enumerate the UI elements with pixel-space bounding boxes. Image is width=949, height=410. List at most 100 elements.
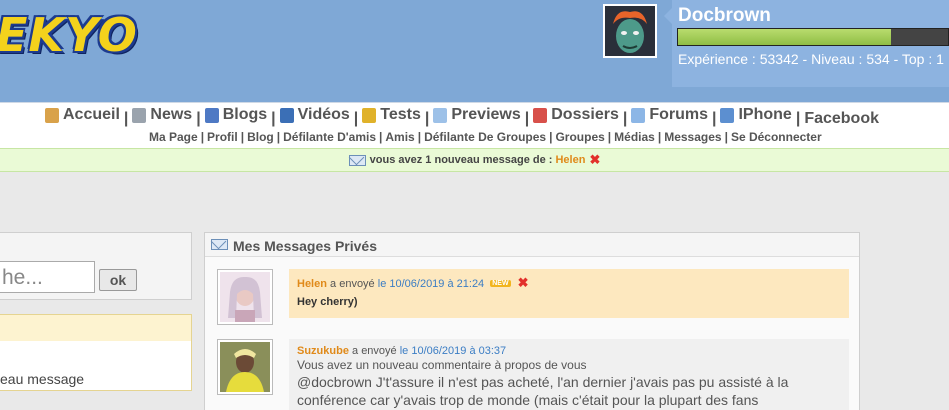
- video-icon: [279, 107, 294, 123]
- envelope-icon: [348, 154, 366, 166]
- subnav-separator: |: [276, 130, 281, 144]
- nav-dossiers[interactable]: Dossiers: [533, 106, 619, 124]
- notif-prefix: vous avez: [369, 154, 423, 166]
- subnav-amis[interactable]: Amis: [385, 130, 414, 144]
- nav-accueil[interactable]: Accueil: [45, 106, 120, 124]
- nav-label: Previews: [451, 106, 521, 123]
- nav-separator: |: [524, 109, 530, 127]
- blog-icon: [204, 107, 219, 123]
- subnav-blog[interactable]: Blog: [247, 130, 274, 144]
- message-meta: Helen a envoyé le 10/06/2019 à 21:24 NEW…: [297, 275, 841, 291]
- delete-icon[interactable]: ✖: [518, 275, 529, 290]
- nav-news[interactable]: News: [132, 106, 192, 124]
- private-messages-panel: Mes Messages Privés Helen a envoyé le 10…: [204, 232, 860, 410]
- nav-label: Blogs: [222, 106, 268, 123]
- nav-label: IPhone: [738, 106, 792, 123]
- subnav-groupes[interactable]: Groupes: [555, 130, 604, 144]
- nav-separator: |: [622, 109, 628, 127]
- message-action: a envoyé: [352, 345, 397, 357]
- close-icon[interactable]: ✖: [589, 152, 600, 168]
- message-bubble: Suzukube a envoyé le 10/06/2019 à 03:37 …: [289, 339, 849, 410]
- messages-header: Mes Messages Privés: [205, 233, 859, 257]
- folder-icon: [533, 107, 548, 123]
- message-meta: Suzukube a envoyé le 10/06/2019 à 03:37: [297, 345, 841, 357]
- nav-label: News: [150, 106, 193, 123]
- nav-label: Forums: [649, 106, 708, 123]
- subnav-profil[interactable]: Profil: [207, 130, 238, 144]
- experience-bar: [677, 28, 949, 46]
- search-input[interactable]: [0, 261, 95, 293]
- nav-separator: |: [353, 109, 359, 127]
- message-subject: Vous avez un nouveau commentaire à propo…: [297, 358, 587, 372]
- notif-user-link[interactable]: Helen: [555, 154, 585, 166]
- medal-icon: [362, 107, 377, 123]
- new-message-notification: vous avez 1 nouveau message de : Helen ✖: [0, 148, 949, 172]
- subnav-defilante-de-groupes[interactable]: Défilante De Groupes: [424, 130, 546, 144]
- subnav-separator: |: [240, 130, 245, 144]
- subnav-se-deconnecter[interactable]: Se Déconnecter: [731, 130, 822, 144]
- nav-blogs[interactable]: Blogs: [204, 106, 268, 124]
- site-logo[interactable]: EKYO: [0, 8, 138, 62]
- messages-title: Mes Messages Privés: [233, 238, 377, 254]
- nav-previews[interactable]: Previews: [433, 106, 521, 124]
- subnav-defilante-d-amis[interactable]: Défilante D'amis: [283, 130, 376, 144]
- message-date[interactable]: le 10/06/2019 à 21:24: [378, 278, 484, 290]
- nav-tests[interactable]: Tests: [362, 106, 421, 124]
- nav-separator: |: [271, 109, 276, 127]
- user-avatar[interactable]: [603, 4, 657, 58]
- username[interactable]: Docbrown: [678, 5, 771, 27]
- sender-avatar[interactable]: [217, 269, 273, 325]
- sender-avatar[interactable]: [217, 339, 273, 395]
- nav-label: Vidéos: [297, 106, 350, 123]
- home-icon: [45, 107, 59, 123]
- subnav-medias[interactable]: Médias: [614, 130, 655, 144]
- envelope-icon: [211, 239, 228, 250]
- side-box-text[interactable]: eau message: [0, 371, 84, 387]
- nav-separator: |: [795, 109, 801, 127]
- sender-avatar-image: [220, 272, 270, 322]
- preview-icon: [433, 107, 448, 123]
- nav-separator: |: [123, 109, 129, 127]
- nav-videos[interactable]: Vidéos: [279, 106, 350, 124]
- subnav-ma-page[interactable]: Ma Page: [149, 130, 198, 144]
- nav-separator: |: [712, 109, 717, 127]
- new-badge: NEW: [490, 280, 511, 287]
- subnav-separator: |: [549, 130, 553, 144]
- phone-icon: [720, 107, 735, 123]
- sub-nav: Ma Page | Profil | Blog | Défilante D'amis | Ami…: [149, 130, 822, 144]
- nav-facebook[interactable]: Facebook: [804, 110, 879, 128]
- user-panel-pointer: [664, 8, 672, 24]
- nav-label: Accueil: [63, 106, 120, 123]
- sender-avatar-image: [220, 342, 270, 392]
- message-side-box: eau message: [0, 314, 192, 391]
- nav-iphone[interactable]: IPhone: [720, 106, 792, 124]
- avatar-image: [605, 6, 655, 56]
- message-date[interactable]: le 10/06/2019 à 03:37: [400, 345, 506, 357]
- sender-link[interactable]: Helen: [297, 278, 327, 290]
- notif-count: 1: [425, 154, 432, 166]
- search-ok-button[interactable]: ok: [99, 269, 137, 291]
- message-bubble: Helen a envoyé le 10/06/2019 à 21:24 NEW…: [289, 269, 849, 318]
- sender-link[interactable]: Suzukube: [297, 345, 349, 357]
- message-text: @docbrown J't'assure il n'est pas acheté…: [297, 374, 789, 408]
- subnav-separator: |: [200, 130, 205, 144]
- notif-suffix: nouveau message de :: [434, 154, 553, 166]
- subnav-separator: |: [724, 130, 728, 144]
- subnav-messages[interactable]: Messages: [664, 130, 721, 144]
- nav-forums[interactable]: Forums: [631, 106, 708, 124]
- navigation: Accueil | News | Blogs | Vidéos | Tests | Previews…: [0, 102, 949, 148]
- message-action: a envoyé: [330, 278, 375, 290]
- nav-label: Dossiers: [551, 106, 619, 123]
- chat-icon: [631, 107, 646, 123]
- subnav-separator: |: [417, 130, 422, 144]
- news-icon: [132, 107, 147, 123]
- experience-bar-fill: [678, 29, 892, 45]
- subnav-separator: |: [607, 130, 612, 144]
- nav-label: Tests: [380, 106, 421, 123]
- main-nav: Accueil | News | Blogs | Vidéos | Tests | Previews…: [45, 106, 879, 128]
- nav-label: Facebook: [804, 109, 879, 127]
- side-box-header: [0, 315, 191, 341]
- subnav-separator: |: [657, 130, 662, 144]
- subnav-separator: |: [379, 130, 383, 144]
- nav-separator: |: [424, 109, 430, 127]
